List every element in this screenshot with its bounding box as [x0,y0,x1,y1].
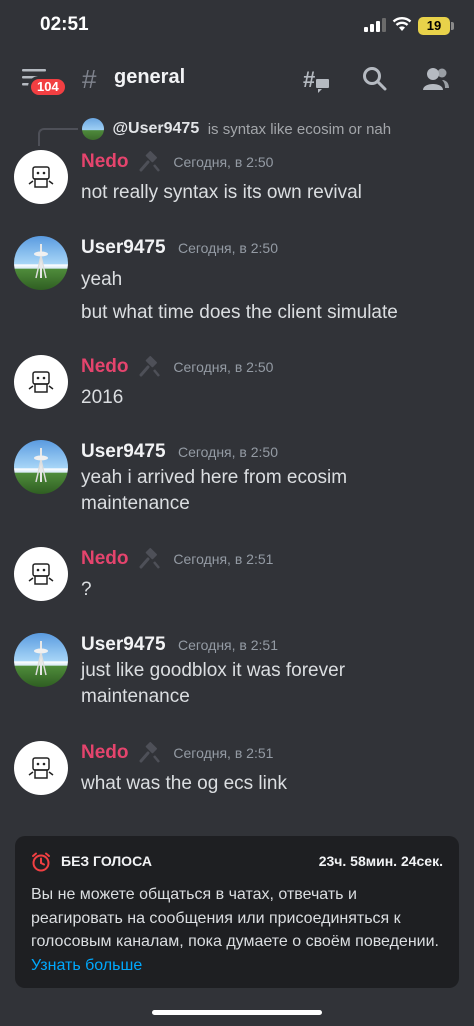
svg-text:#: # [303,67,315,92]
channel-header: 104 # general # [0,52,474,108]
timeout-title: БЕЗ ГОЛОСА [61,853,152,869]
threads-icon[interactable]: # [302,66,332,96]
reply-reference[interactable]: @User9475 is syntax like ecosim or nah [82,118,391,140]
signal-icon [364,18,386,32]
message[interactable]: Nedo Сегодня, в 2:50 not really syntax i… [0,150,474,210]
message-header: Nedo Сегодня, в 2:50 [81,151,273,173]
message-text: but what time does the client simulate [81,302,398,323]
space-needle-avatar-icon [34,641,48,676]
username[interactable]: User9475 [81,634,166,655]
reply-avatar [82,118,104,140]
avatar[interactable] [14,236,68,290]
hammer-icon [139,151,160,172]
username[interactable]: Nedo [81,548,129,569]
robot-avatar-icon [28,563,54,585]
timestamp: Сегодня, в 2:51 [177,637,278,653]
learn-more-link[interactable]: Узнать больше [31,957,142,974]
timestamp: Сегодня, в 2:50 [177,240,278,256]
search-icon[interactable] [362,66,388,92]
hammer-icon [139,356,160,377]
message[interactable]: Nedo Сегодня, в 2:50 2016 [0,355,474,415]
wifi-icon [392,17,412,31]
avatar[interactable] [14,633,68,687]
robot-avatar-icon [28,166,54,188]
home-indicator[interactable] [152,1010,322,1015]
battery-icon: 19 [418,17,450,35]
message[interactable]: User9475 Сегодня, в 2:50 yeah i arrived … [0,440,474,520]
clock-icon [32,852,50,872]
hammer-icon [139,548,160,569]
message-text: yeah [81,269,123,290]
timeout-body-text: Вы не можете общаться в чатах, отвечать … [31,886,439,950]
message-header: Nedo Сегодня, в 2:50 [81,356,273,378]
username[interactable]: Nedo [81,742,129,763]
reply-username: @User9475 [112,120,200,137]
username[interactable]: Nedo [81,356,129,377]
username[interactable]: User9475 [81,237,166,258]
reply-text: is syntax like ecosim or nah [207,120,392,138]
message-text: maintenance [81,686,190,707]
timestamp: Сегодня, в 2:51 [173,745,274,761]
battery-tip [451,22,454,30]
hash-icon: # [82,64,97,94]
timestamp: Сегодня, в 2:50 [173,359,274,375]
message[interactable]: User9475 Сегодня, в 2:51 just like goodb… [0,633,474,713]
timestamp: Сегодня, в 2:50 [173,154,274,170]
unread-badge: 104 [28,76,68,98]
robot-avatar-icon [28,371,54,393]
message-text: ? [81,579,92,600]
timestamp: Сегодня, в 2:51 [173,551,274,567]
message[interactable]: Nedo Сегодня, в 2:51 ? [0,547,474,607]
message-header: User9475 Сегодня, в 2:50 [81,441,278,463]
timeout-body: Вы не можете общаться в чатах, отвечать … [31,883,445,977]
message-header: User9475 Сегодня, в 2:51 [81,634,278,656]
timeout-notice: БЕЗ ГОЛОСА 23ч. 58мин. 24сек. Вы не може… [15,836,459,988]
username[interactable]: User9475 [81,441,166,462]
timestamp: Сегодня, в 2:50 [177,444,278,460]
avatar[interactable] [14,355,68,409]
message-text: yeah i arrived here from ecosim [81,467,348,488]
message-header: Nedo Сегодня, в 2:51 [81,742,273,764]
message[interactable]: Nedo Сегодня, в 2:51 what was the og ecs… [0,741,474,801]
avatar[interactable] [14,440,68,494]
message-text: 2016 [81,387,124,408]
space-needle-avatar-icon [34,448,48,483]
message-header: Nedo Сегодня, в 2:51 [81,548,273,570]
username[interactable]: Nedo [81,151,129,172]
message-text: what was the og ecs link [81,773,287,794]
avatar[interactable] [14,741,68,795]
hammer-icon [139,742,160,763]
message-text: maintenance [81,493,190,514]
message-header: User9475 Сегодня, в 2:50 [81,237,278,259]
avatar[interactable] [14,547,68,601]
message[interactable]: User9475 Сегодня, в 2:50 yeah but what t… [0,236,474,326]
timeout-timer: 23ч. 58мин. 24сек. [318,853,443,869]
reply-connector [38,128,78,146]
avatar[interactable] [14,150,68,204]
members-icon[interactable] [422,66,450,92]
channel-name[interactable]: general [114,66,185,89]
status-bar: 02:51 19 [0,0,474,52]
message-text: just like goodblox it was forever [81,660,346,681]
robot-avatar-icon [28,757,54,779]
space-needle-avatar-icon [34,244,48,279]
status-time: 02:51 [40,14,89,35]
message-text: not really syntax is its own revival [81,182,362,203]
